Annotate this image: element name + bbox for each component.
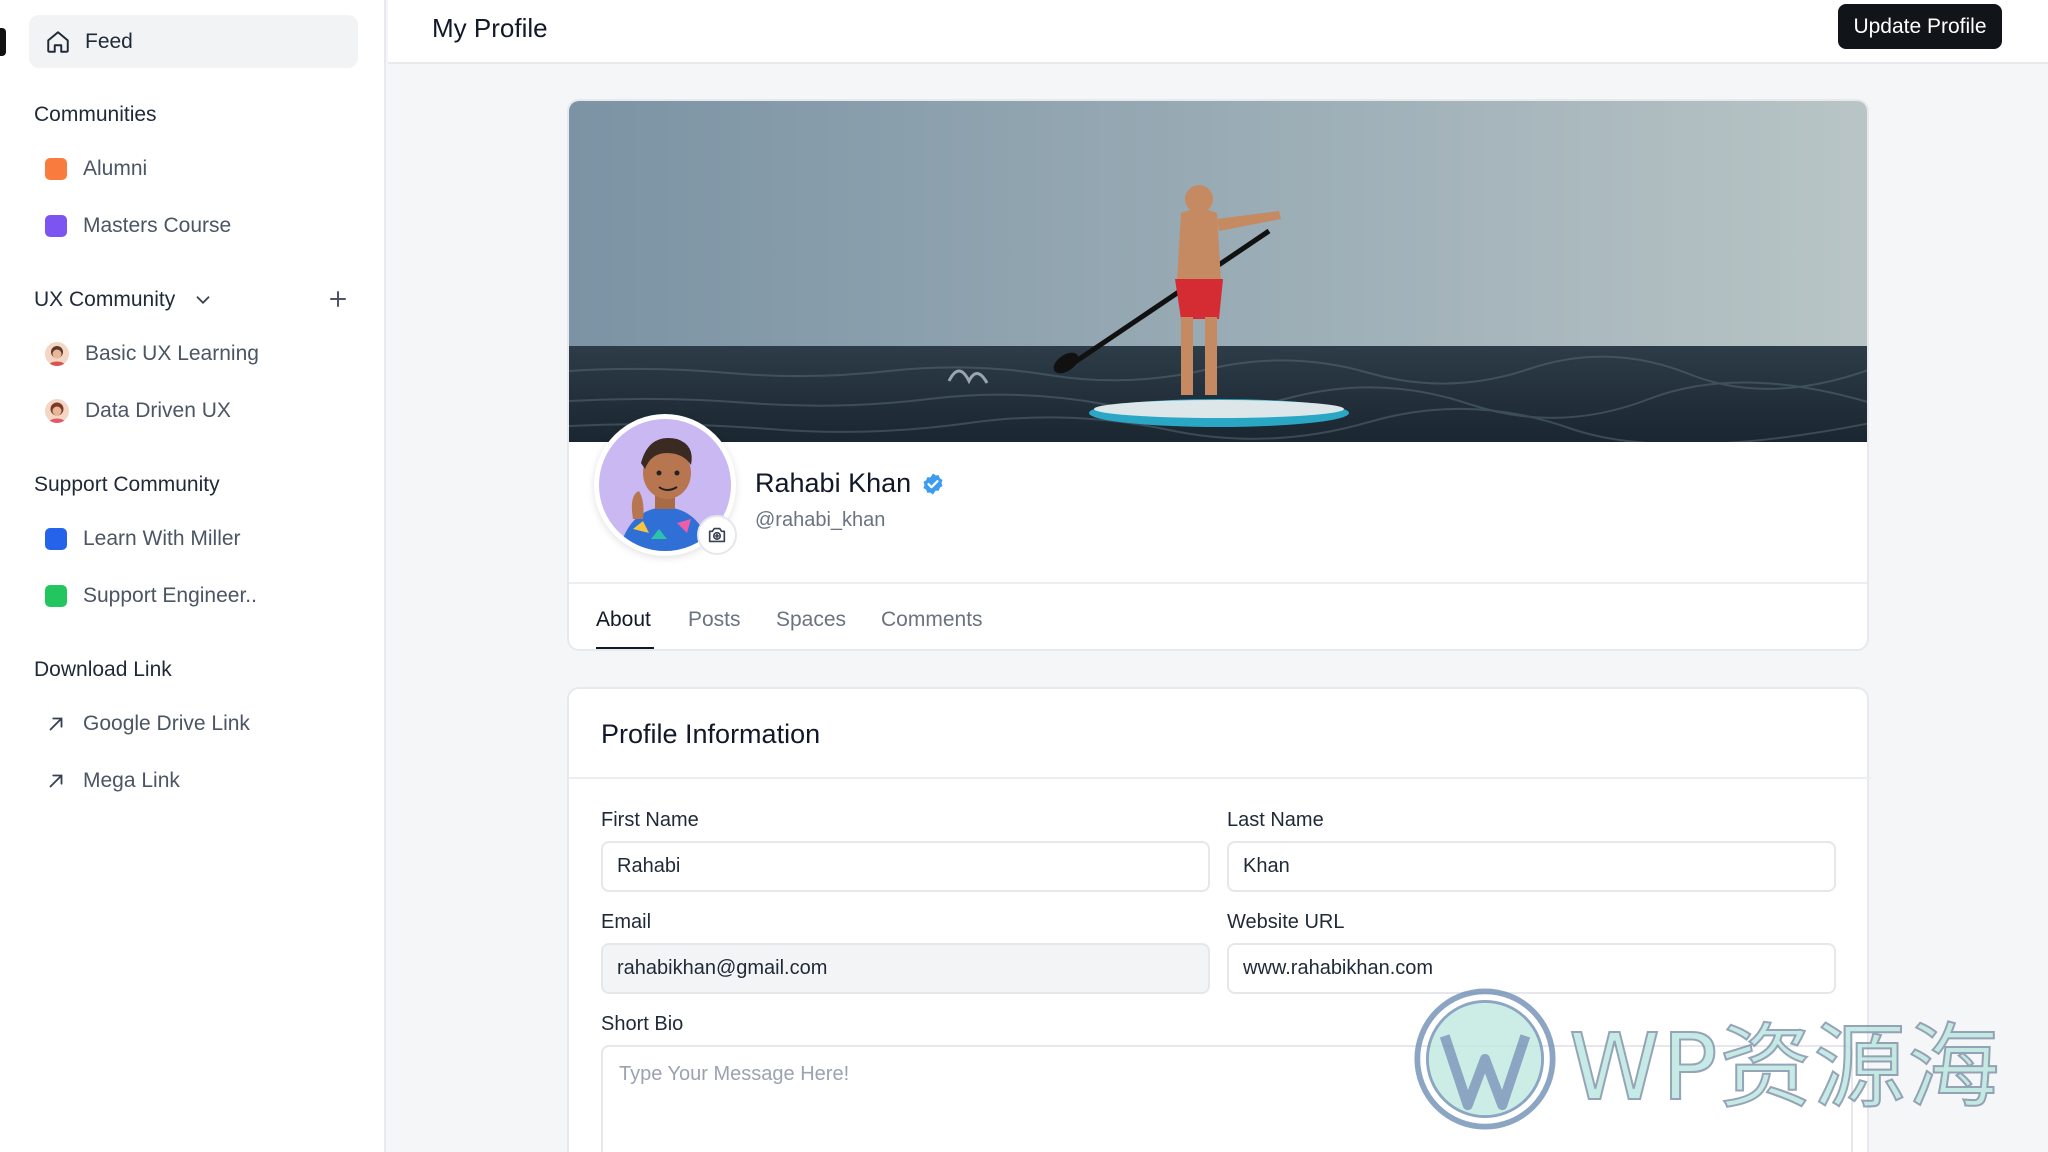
sidebar-item-learn-with-miller[interactable]: Learn With Miller [45,527,241,551]
website-url-label: Website URL [1227,911,1345,933]
collapse-handle[interactable] [0,28,6,56]
divider [569,777,1871,779]
sidebar-item-label: Data Driven UX [85,399,231,422]
community-color-dot [45,215,67,237]
change-avatar-button[interactable] [697,515,737,555]
tab-comments[interactable]: Comments [881,608,983,632]
space-avatar [45,342,69,366]
plus-icon[interactable] [326,287,350,311]
community-color-dot [45,528,67,550]
sidebar-item-basic-ux-learning[interactable]: Basic UX Learning [45,342,259,366]
tab-posts[interactable]: Posts [688,608,741,632]
section-title-download-link: Download Link [34,658,172,681]
cover-image [569,101,1867,442]
first-name-label: First Name [601,809,699,831]
sidebar-item-label: Support Engineer.. [83,584,257,607]
arrow-up-right-icon [49,774,63,788]
sidebar-item-alumni[interactable]: Alumni [45,157,147,181]
sidebar-item-masters-course[interactable]: Masters Course [45,214,231,238]
sidebar-item-google-drive-link[interactable]: Google Drive Link [45,712,250,736]
last-name-field[interactable] [1227,841,1836,892]
top-header: My Profile Update Profile [388,0,2048,64]
home-icon [47,30,69,53]
sidebar-item-label: Google Drive Link [83,712,250,735]
tab-about[interactable]: About [596,608,651,632]
sidebar-item-label: Basic UX Learning [85,342,259,365]
update-profile-button[interactable]: Update Profile [1838,4,2002,49]
profile-handle: @rahabi_khan [755,509,886,531]
last-name-label: Last Name [1227,809,1324,831]
email-field[interactable] [601,943,1210,994]
section-title-support-community: Support Community [34,473,220,496]
first-name-field[interactable] [601,841,1210,892]
sidebar-item-label: Feed [85,29,133,53]
sidebar-item-mega-link[interactable]: Mega Link [45,769,180,793]
profile-name: Rahabi Khan [755,468,912,498]
short-bio-label: Short Bio [601,1013,684,1035]
sidebar-item-label: Masters Course [83,214,232,237]
watermark: WP资源海 [1413,986,2033,1132]
page-title: My Profile [432,13,548,43]
arrow-up-right-icon [49,717,63,731]
verified-badge-icon [923,473,943,494]
sidebar-item-support-engineer[interactable]: Support Engineer.. [45,584,257,608]
community-color-dot [45,158,67,180]
sidebar-item-data-driven-ux[interactable]: Data Driven UX [45,399,231,423]
sidebar-item-label: Mega Link [83,769,180,792]
section-title: Profile Information [601,719,821,749]
chevron-down-icon[interactable] [192,289,214,311]
profile-card: Rahabi Khan @rahabi_khan About Posts Spa… [567,99,1869,651]
section-title-ux-community[interactable]: UX Community [34,288,175,312]
sidebar: Feed Communities Alumni Masters Course U… [0,0,386,1152]
profile-name-row: Rahabi Khan [755,468,945,499]
space-avatar [45,399,69,423]
community-color-dot [45,585,67,607]
sidebar-item-feed[interactable]: Feed [29,15,358,68]
watermark-text: WP资源海 [1568,1013,2002,1122]
email-label: Email [601,911,652,933]
tabs-divider [569,582,1867,584]
sidebar-item-label: Alumni [83,157,148,180]
tab-spaces[interactable]: Spaces [776,608,846,632]
active-tab-indicator [596,647,654,649]
section-title-communities: Communities [34,103,157,126]
wordpress-logo-icon [1414,988,1556,1130]
camera-icon [708,527,726,543]
sidebar-item-label: Learn With Miller [83,527,241,550]
